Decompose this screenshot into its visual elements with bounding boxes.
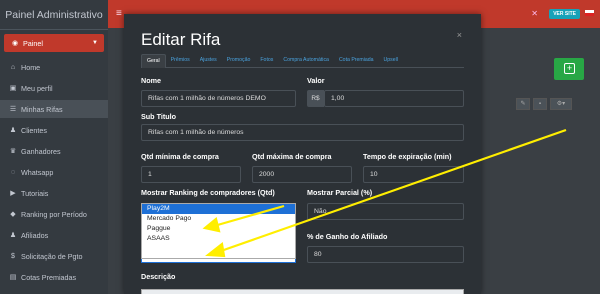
annotation-arrow-line — [213, 204, 285, 228]
annotation-arrowhead — [202, 217, 221, 233]
annotation-arrows — [202, 128, 567, 258]
annotation-arrow-line — [217, 128, 567, 254]
annotation-arrowhead — [205, 241, 226, 258]
